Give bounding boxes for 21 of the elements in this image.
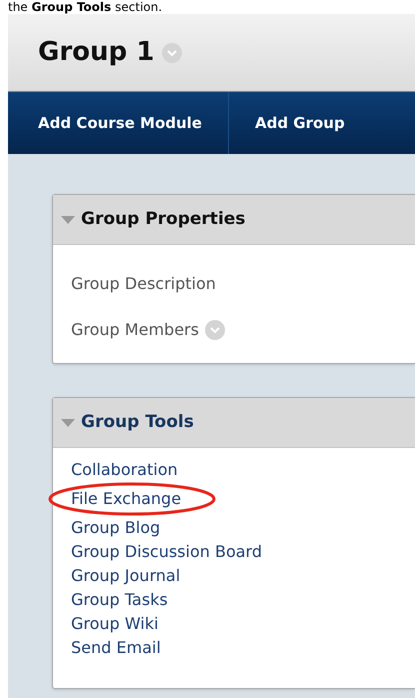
panel-title: Group Tools: [81, 410, 194, 434]
page-title: Group 1: [38, 36, 154, 69]
tool-link[interactable]: Group Wiki: [71, 612, 158, 636]
tool-link[interactable]: Group Journal: [71, 564, 180, 588]
tool-link[interactable]: Group Tasks: [71, 588, 168, 612]
tool-link[interactable]: Send Email: [71, 636, 161, 660]
caption: the Group Tools section.: [7, 0, 164, 14]
tool-link[interactable]: Collaboration: [71, 458, 178, 482]
nav-link[interactable]: Add Group: [254, 112, 345, 134]
panel-link[interactable]: Group Members: [71, 318, 199, 342]
chevron-down-icon[interactable]: [162, 42, 182, 62]
panel-link[interactable]: Group Description: [71, 272, 216, 296]
nav-link[interactable]: Add Course Module: [38, 112, 202, 134]
panel-header[interactable]: Group Tools: [53, 398, 415, 448]
chevron-down-icon[interactable]: [204, 320, 225, 340]
triangle-icon[interactable]: [61, 418, 75, 428]
tool-link[interactable]: Group Discussion Board: [71, 540, 262, 564]
triangle-icon[interactable]: [61, 214, 75, 224]
tool-link[interactable]: Group Blog: [71, 516, 160, 540]
panel-header[interactable]: Group Properties: [53, 195, 415, 245]
panel-title: Group Properties: [81, 208, 246, 231]
